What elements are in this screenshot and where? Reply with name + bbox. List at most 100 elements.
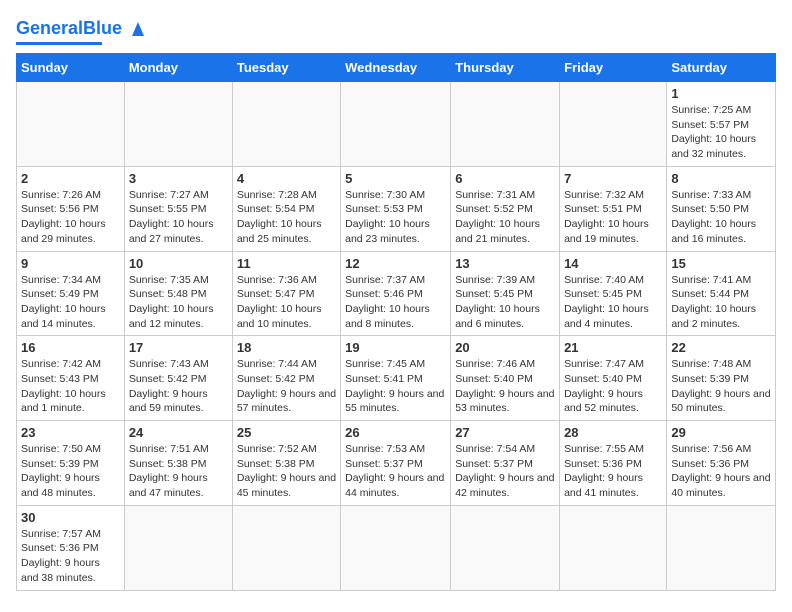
calendar-week-5: 30 Sunrise: 7:57 AM Sunset: 5:36 PM Dayli… <box>17 505 776 590</box>
calendar-cell: 28 Sunrise: 7:55 AM Sunset: 5:36 PM Dayli… <box>560 421 667 506</box>
day-number: 25 <box>237 425 336 440</box>
calendar-cell: 9Sunrise: 7:34 AM Sunset: 5:49 PM Daylig… <box>17 251 125 336</box>
calendar-week-0: 1 Sunrise: 7:25 AM Sunset: 5:57 PM Daylig… <box>17 82 776 167</box>
day-number: 13 <box>455 256 555 271</box>
day-number: 15 <box>671 256 771 271</box>
day-info: Sunrise: 7:32 AM Sunset: 5:51 PM Dayligh… <box>564 188 662 247</box>
day-info: Sunrise: 7:43 AM Sunset: 5:42 PM Dayligh… <box>129 357 228 416</box>
calendar-cell: 1 Sunrise: 7:25 AM Sunset: 5:57 PM Daylig… <box>667 82 776 167</box>
day-info: Sunrise: 7:25 AM Sunset: 5:57 PM Dayligh… <box>671 103 771 162</box>
day-info: Sunrise: 7:28 AM Sunset: 5:54 PM Dayligh… <box>237 188 336 247</box>
calendar-cell <box>560 82 667 167</box>
day-number: 28 <box>564 425 662 440</box>
day-info: Sunrise: 7:51 AM Sunset: 5:38 PM Dayligh… <box>129 442 228 501</box>
day-info: Sunrise: 7:44 AM Sunset: 5:42 PM Dayligh… <box>237 357 336 416</box>
calendar-cell: 3 Sunrise: 7:27 AM Sunset: 5:55 PM Daylig… <box>124 166 232 251</box>
day-number: 23 <box>21 425 120 440</box>
calendar-header-row: SundayMondayTuesdayWednesdayThursdayFrid… <box>17 54 776 82</box>
calendar-week-3: 16 Sunrise: 7:42 AM Sunset: 5:43 PM Dayli… <box>17 336 776 421</box>
calendar-cell: 20 Sunrise: 7:46 AM Sunset: 5:40 PM Dayli… <box>451 336 560 421</box>
calendar-cell: 19 Sunrise: 7:45 AM Sunset: 5:41 PM Dayli… <box>341 336 451 421</box>
calendar-cell <box>232 82 340 167</box>
day-number: 18 <box>237 340 336 355</box>
day-number: 14 <box>564 256 662 271</box>
calendar-cell: 18 Sunrise: 7:44 AM Sunset: 5:42 PM Dayli… <box>232 336 340 421</box>
calendar-cell: 6 Sunrise: 7:31 AM Sunset: 5:52 PM Daylig… <box>451 166 560 251</box>
calendar-cell: 17 Sunrise: 7:43 AM Sunset: 5:42 PM Dayli… <box>124 336 232 421</box>
day-info: Sunrise: 7:36 AM Sunset: 5:47 PM Dayligh… <box>237 273 336 332</box>
day-number: 19 <box>345 340 446 355</box>
day-info: Sunrise: 7:54 AM Sunset: 5:37 PM Dayligh… <box>455 442 555 501</box>
day-number: 20 <box>455 340 555 355</box>
calendar-cell: 8 Sunrise: 7:33 AM Sunset: 5:50 PM Daylig… <box>667 166 776 251</box>
day-header-tuesday: Tuesday <box>232 54 340 82</box>
day-info: Sunrise: 7:41 AM Sunset: 5:44 PM Dayligh… <box>671 273 771 332</box>
day-number: 29 <box>671 425 771 440</box>
calendar-cell <box>451 82 560 167</box>
day-info: Sunrise: 7:42 AM Sunset: 5:43 PM Dayligh… <box>21 357 120 416</box>
day-info: Sunrise: 7:31 AM Sunset: 5:52 PM Dayligh… <box>455 188 555 247</box>
day-number: 22 <box>671 340 771 355</box>
calendar-cell: 2 Sunrise: 7:26 AM Sunset: 5:56 PM Daylig… <box>17 166 125 251</box>
day-info: Sunrise: 7:33 AM Sunset: 5:50 PM Dayligh… <box>671 188 771 247</box>
calendar-cell: 24 Sunrise: 7:51 AM Sunset: 5:38 PM Dayli… <box>124 421 232 506</box>
calendar-cell: 27 Sunrise: 7:54 AM Sunset: 5:37 PM Dayli… <box>451 421 560 506</box>
day-info: Sunrise: 7:30 AM Sunset: 5:53 PM Dayligh… <box>345 188 446 247</box>
calendar-cell <box>232 505 340 590</box>
day-number: 1 <box>671 86 771 101</box>
calendar-week-4: 23Sunrise: 7:50 AM Sunset: 5:39 PM Dayli… <box>17 421 776 506</box>
day-info: Sunrise: 7:26 AM Sunset: 5:56 PM Dayligh… <box>21 188 120 247</box>
day-number: 2 <box>21 171 120 186</box>
calendar-week-2: 9Sunrise: 7:34 AM Sunset: 5:49 PM Daylig… <box>17 251 776 336</box>
day-info: Sunrise: 7:52 AM Sunset: 5:38 PM Dayligh… <box>237 442 336 501</box>
day-number: 11 <box>237 256 336 271</box>
calendar-cell: 4 Sunrise: 7:28 AM Sunset: 5:54 PM Daylig… <box>232 166 340 251</box>
day-header-sunday: Sunday <box>17 54 125 82</box>
day-info: Sunrise: 7:56 AM Sunset: 5:36 PM Dayligh… <box>671 442 771 501</box>
calendar-cell: 12Sunrise: 7:37 AM Sunset: 5:46 PM Dayli… <box>341 251 451 336</box>
calendar-cell: 15 Sunrise: 7:41 AM Sunset: 5:44 PM Dayli… <box>667 251 776 336</box>
calendar-table: SundayMondayTuesdayWednesdayThursdayFrid… <box>16 53 776 591</box>
day-number: 17 <box>129 340 228 355</box>
day-info: Sunrise: 7:57 AM Sunset: 5:36 PM Dayligh… <box>21 527 120 586</box>
logo-text: GeneralBlue <box>16 18 122 39</box>
calendar-cell: 11 Sunrise: 7:36 AM Sunset: 5:47 PM Dayli… <box>232 251 340 336</box>
day-number: 27 <box>455 425 555 440</box>
calendar-cell: 29 Sunrise: 7:56 AM Sunset: 5:36 PM Dayli… <box>667 421 776 506</box>
day-number: 16 <box>21 340 120 355</box>
calendar-cell <box>341 505 451 590</box>
day-header-thursday: Thursday <box>451 54 560 82</box>
day-info: Sunrise: 7:48 AM Sunset: 5:39 PM Dayligh… <box>671 357 771 416</box>
day-info: Sunrise: 7:39 AM Sunset: 5:45 PM Dayligh… <box>455 273 555 332</box>
calendar-cell: 22 Sunrise: 7:48 AM Sunset: 5:39 PM Dayli… <box>667 336 776 421</box>
day-info: Sunrise: 7:46 AM Sunset: 5:40 PM Dayligh… <box>455 357 555 416</box>
calendar-cell: 25 Sunrise: 7:52 AM Sunset: 5:38 PM Dayli… <box>232 421 340 506</box>
logo: GeneralBlue <box>16 16 150 45</box>
day-header-saturday: Saturday <box>667 54 776 82</box>
logo-general: General <box>16 18 83 38</box>
calendar-cell <box>124 82 232 167</box>
day-info: Sunrise: 7:47 AM Sunset: 5:40 PM Dayligh… <box>564 357 662 416</box>
day-number: 24 <box>129 425 228 440</box>
day-info: Sunrise: 7:35 AM Sunset: 5:48 PM Dayligh… <box>129 273 228 332</box>
day-number: 5 <box>345 171 446 186</box>
day-number: 9 <box>21 256 120 271</box>
day-number: 6 <box>455 171 555 186</box>
calendar-cell: 10Sunrise: 7:35 AM Sunset: 5:48 PM Dayli… <box>124 251 232 336</box>
day-number: 30 <box>21 510 120 525</box>
day-number: 4 <box>237 171 336 186</box>
calendar-cell: 23Sunrise: 7:50 AM Sunset: 5:39 PM Dayli… <box>17 421 125 506</box>
day-number: 3 <box>129 171 228 186</box>
calendar-cell: 13 Sunrise: 7:39 AM Sunset: 5:45 PM Dayli… <box>451 251 560 336</box>
day-info: Sunrise: 7:45 AM Sunset: 5:41 PM Dayligh… <box>345 357 446 416</box>
calendar-cell <box>124 505 232 590</box>
day-info: Sunrise: 7:55 AM Sunset: 5:36 PM Dayligh… <box>564 442 662 501</box>
day-info: Sunrise: 7:53 AM Sunset: 5:37 PM Dayligh… <box>345 442 446 501</box>
day-number: 26 <box>345 425 446 440</box>
day-number: 8 <box>671 171 771 186</box>
day-header-friday: Friday <box>560 54 667 82</box>
calendar-cell <box>341 82 451 167</box>
logo-underline <box>16 42 102 45</box>
logo-blue: Blue <box>83 18 122 38</box>
day-info: Sunrise: 7:27 AM Sunset: 5:55 PM Dayligh… <box>129 188 228 247</box>
